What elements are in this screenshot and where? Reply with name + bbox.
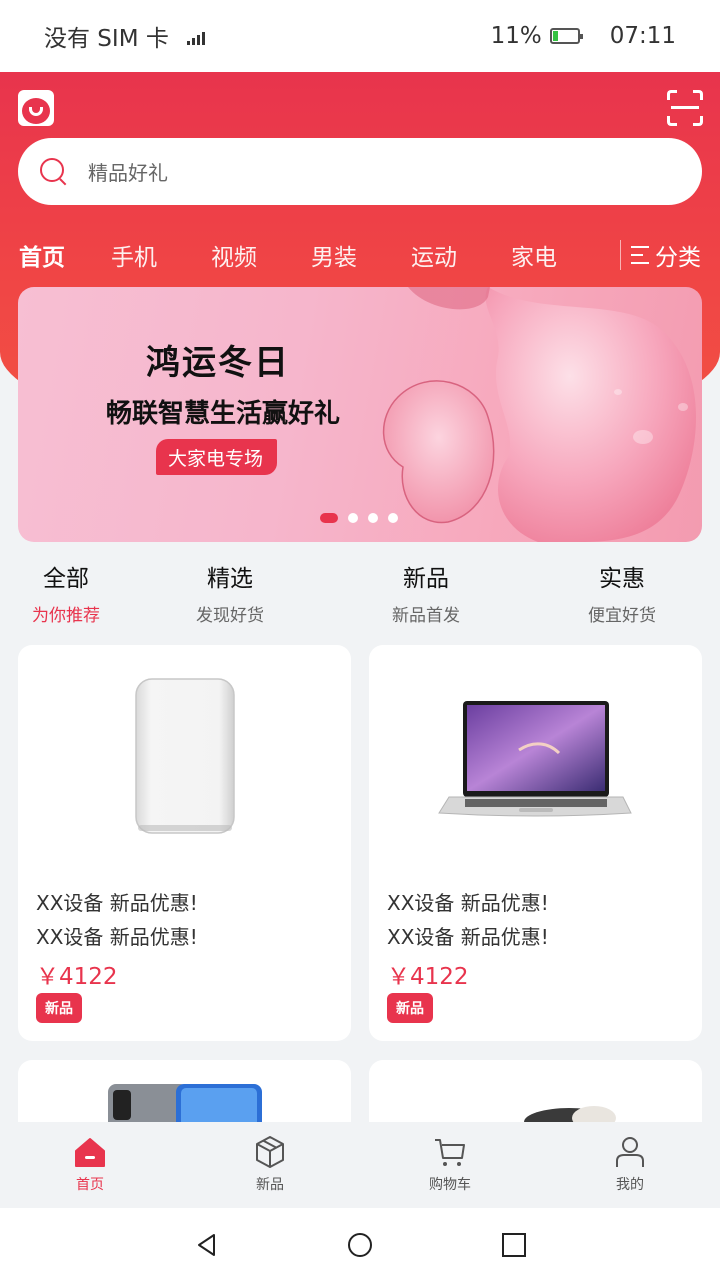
- tab-home[interactable]: 首页: [0, 238, 84, 272]
- tab-bar-cart[interactable]: 购物车: [360, 1122, 540, 1208]
- search-placeholder: 精品好礼: [88, 161, 168, 185]
- tab-video[interactable]: 视频: [184, 238, 284, 272]
- category-title: 新品: [403, 566, 449, 592]
- battery-icon: [549, 28, 583, 44]
- laptop-image: [438, 701, 632, 817]
- power-bank-image: [135, 678, 235, 834]
- system-navigation-bar: [0, 1208, 720, 1280]
- banner-subtitle: 畅联智慧生活赢好礼: [105, 399, 340, 429]
- tab-label: 新品: [256, 1177, 284, 1193]
- category-title: 实惠: [599, 566, 645, 592]
- pagination-dot[interactable]: [348, 513, 358, 523]
- product-card[interactable]: [369, 1060, 702, 1122]
- search-input[interactable]: 精品好礼: [18, 138, 702, 205]
- back-icon[interactable]: [194, 1232, 220, 1258]
- tab-label: 首页: [76, 1177, 104, 1193]
- tab-label: 我的: [616, 1177, 644, 1193]
- new-badge: 新品: [36, 993, 82, 1023]
- product-price: ￥4122: [36, 964, 118, 990]
- product-title: XX设备 新品优惠!: [36, 891, 198, 915]
- tab-sports[interactable]: 运动: [384, 238, 484, 272]
- home-circle-icon[interactable]: [347, 1232, 373, 1258]
- category-filter: 全部 为你推荐 精选 发现好货 新品 新品首发 实惠 便宜好货: [0, 555, 720, 626]
- product-title: XX设备 新品优惠!: [387, 925, 549, 949]
- category-subtitle: 发现好货: [196, 606, 264, 626]
- carrier-text: 没有 SIM 卡: [44, 26, 169, 52]
- cart-icon: [435, 1139, 465, 1166]
- tab-menswear[interactable]: 男装: [284, 238, 384, 272]
- scan-icon[interactable]: [667, 90, 703, 126]
- tab-bar-new[interactable]: 新品: [180, 1122, 360, 1208]
- new-badge: 新品: [387, 993, 433, 1023]
- category-all[interactable]: 全部 为你推荐: [0, 555, 132, 626]
- status-bar: 没有 SIM 卡 11% 07:11: [0, 0, 720, 72]
- product-title: XX设备 新品优惠!: [387, 891, 549, 915]
- category-subtitle: 便宜好货: [588, 606, 656, 626]
- box-icon: [256, 1136, 284, 1168]
- clock: 07:11: [609, 23, 676, 49]
- battery-percent: 11%: [490, 23, 542, 49]
- category-title: 精选: [207, 566, 253, 592]
- category-button[interactable]: 分类: [620, 240, 701, 271]
- phone-image: [108, 1084, 262, 1122]
- banner-pagination: [320, 513, 398, 523]
- category-subtitle: 新品首发: [392, 606, 460, 626]
- banner-title: 鸿运冬日: [146, 343, 290, 383]
- tab-label: 购物车: [429, 1177, 471, 1193]
- tab-appliances[interactable]: 家电: [484, 238, 584, 272]
- banner-tag-button[interactable]: 大家电专场: [156, 439, 278, 475]
- category-value[interactable]: 实惠 便宜好货: [524, 555, 720, 626]
- product-price: ￥4122: [387, 964, 469, 990]
- product-title: XX设备 新品优惠!: [36, 925, 198, 949]
- menu-icon: [631, 246, 649, 264]
- product-card[interactable]: [18, 1060, 351, 1122]
- app-logo[interactable]: [18, 90, 54, 126]
- category-new[interactable]: 新品 新品首发: [328, 555, 524, 626]
- signal-icon: [186, 27, 205, 45]
- tab-phone[interactable]: 手机: [84, 238, 184, 272]
- bottom-tab-bar: 首页 新品 购物车 我的: [0, 1122, 720, 1208]
- pagination-dot[interactable]: [388, 513, 398, 523]
- search-icon: [40, 157, 68, 186]
- tab-bar-home[interactable]: 首页: [0, 1122, 180, 1208]
- home-icon: [75, 1138, 105, 1167]
- tab-bar-mine[interactable]: 我的: [540, 1122, 720, 1208]
- product-image: [524, 1106, 616, 1122]
- product-card[interactable]: XX设备 新品优惠! XX设备 新品优惠! ￥4122 新品: [18, 645, 351, 1041]
- category-subtitle: 为你推荐: [32, 606, 100, 626]
- promo-banner[interactable]: 鸿运冬日 畅联智慧生活赢好礼 大家电专场: [18, 287, 702, 542]
- pagination-dot-active[interactable]: [320, 513, 338, 523]
- recents-icon[interactable]: [501, 1232, 527, 1258]
- category-selected[interactable]: 精选 发现好货: [132, 555, 328, 626]
- user-icon: [616, 1137, 644, 1167]
- top-nav-tabs: 首页 手机 视频 男装 运动 家电 分类: [0, 232, 720, 278]
- pagination-dot[interactable]: [368, 513, 378, 523]
- category-title: 全部: [43, 566, 89, 592]
- category-label: 分类: [655, 245, 701, 271]
- product-card[interactable]: XX设备 新品优惠! XX设备 新品优惠! ￥4122 新品: [369, 645, 702, 1041]
